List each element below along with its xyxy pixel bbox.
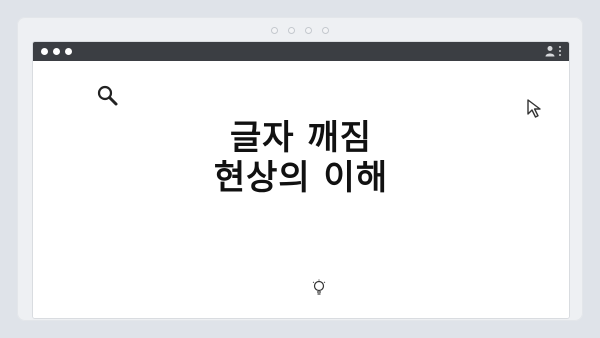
titlebar-actions — [545, 45, 561, 57]
user-icon[interactable] — [545, 45, 555, 57]
pagination-dots — [17, 27, 583, 34]
minimize-dot[interactable] — [53, 48, 60, 55]
browser-window: 글자 깨짐 현상의 이해 — [32, 41, 570, 319]
dot — [271, 27, 278, 34]
kebab-menu-icon[interactable] — [559, 46, 561, 56]
headline-line-2: 현상의 이해 — [213, 158, 389, 198]
maximize-dot[interactable] — [65, 48, 72, 55]
window-controls — [41, 48, 72, 55]
page-content: 글자 깨짐 현상의 이해 — [33, 61, 569, 318]
dot — [305, 27, 312, 34]
cursor-icon — [527, 99, 541, 118]
window-titlebar — [33, 42, 569, 61]
device-frame: 글자 깨짐 현상의 이해 — [17, 17, 583, 321]
headline-line-1: 글자 깨짐 — [230, 118, 372, 158]
headline: 글자 깨짐 현상의 이해 — [33, 118, 569, 198]
dot — [288, 27, 295, 34]
close-dot[interactable] — [41, 48, 48, 55]
dot — [322, 27, 329, 34]
search-icon — [97, 85, 118, 106]
lightbulb-icon — [312, 279, 326, 295]
